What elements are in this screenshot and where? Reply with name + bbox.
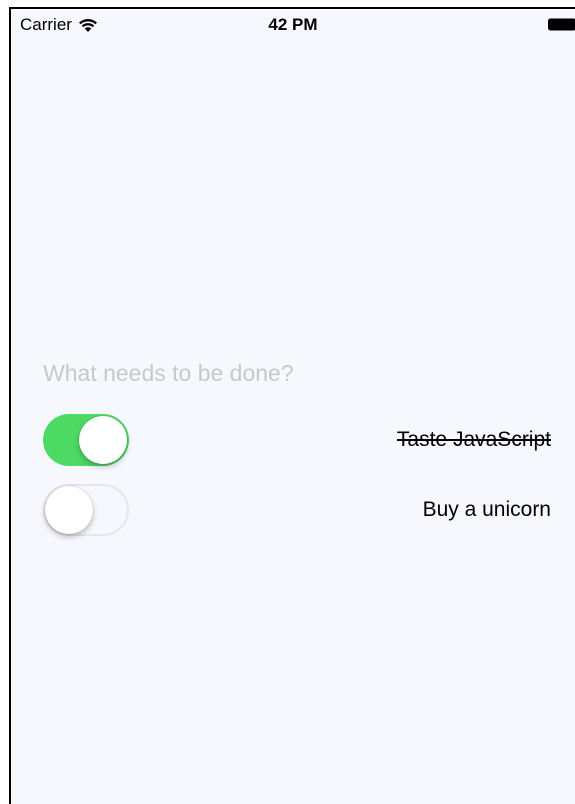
new-todo-input[interactable]: [43, 355, 543, 391]
status-bar: Carrier 42 PM: [11, 9, 575, 43]
todo-toggle-switch[interactable]: [43, 414, 129, 466]
toggle-knob: [45, 486, 93, 534]
status-time: 42 PM: [268, 15, 318, 34]
todo-item: Buy a unicorn: [43, 484, 551, 536]
battery-icon: [548, 18, 575, 31]
device-frame: Carrier 42 PM Taste JavaScript: [0, 0, 575, 804]
app-screen: Carrier 42 PM Taste JavaScript: [9, 7, 575, 804]
toggle-knob: [79, 416, 127, 464]
todo-item: Taste JavaScript: [43, 414, 551, 466]
todo-toggle-switch[interactable]: [43, 484, 129, 536]
todo-text: Taste JavaScript: [396, 428, 551, 451]
todo-text: Buy a unicorn: [422, 498, 551, 521]
